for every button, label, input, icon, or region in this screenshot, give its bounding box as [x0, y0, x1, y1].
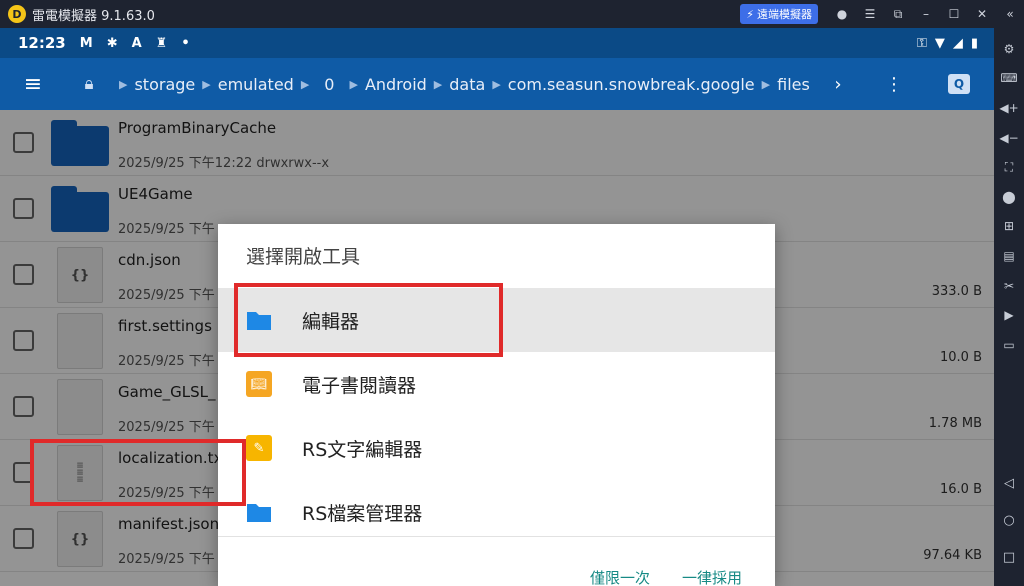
crumb-separator-icon: ▶: [492, 77, 501, 91]
pencil-icon: ✎: [246, 435, 272, 461]
close-icon[interactable]: ✕: [968, 0, 996, 28]
minimize-icon[interactable]: –: [912, 0, 940, 28]
breadcrumb: ▶ storage ▶ emulated ▶ 0 ▶ Android ▶ dat…: [112, 58, 810, 110]
keyboard-icon[interactable]: ⌨: [994, 64, 1024, 94]
emulator-logo-icon: D: [8, 5, 26, 23]
recents-icon[interactable]: □: [994, 539, 1024, 575]
dialog-divider: [218, 536, 775, 537]
crumb-separator-icon: ▶: [433, 77, 443, 91]
emulator-sidebar: ⚙ ⌨ ◀+ ◀− ⛶ ⬤ ⊞ ▤ ✂ ▶ ▭ ◁ ○ □: [994, 28, 1024, 586]
lock-icon[interactable]: 🔒︎: [66, 58, 112, 110]
status-icon-dot: •: [181, 35, 190, 51]
option-label: RS檔案管理器: [302, 503, 423, 525]
fullscreen-icon[interactable]: ⛶: [994, 152, 1024, 182]
status-icon-m: M: [79, 35, 93, 51]
more-icon[interactable]: ▭: [994, 330, 1024, 360]
dialog-title: 選擇開啟工具: [246, 246, 361, 268]
maximize-icon[interactable]: ☐: [940, 0, 968, 28]
crumb-data[interactable]: data: [449, 75, 485, 94]
popout-icon[interactable]: ⧉: [884, 0, 912, 28]
signal-icon: ◢: [952, 35, 963, 51]
crumb-files[interactable]: files: [777, 75, 810, 94]
android-screen: 12:23 M ✱ A ♜ • ⚿ ▼ ◢ ▮ ≡ 🔒︎ ▶ storage ▶…: [0, 28, 994, 586]
highlight-box-localization: [30, 439, 246, 506]
status-time: 12:23: [18, 34, 66, 52]
breadcrumb-forward-icon[interactable]: ›: [826, 58, 850, 110]
folder-icon: [246, 499, 272, 525]
collapse-icon[interactable]: «: [996, 0, 1024, 28]
home-icon[interactable]: ○: [994, 502, 1024, 538]
option-rs-file-manager[interactable]: RS檔案管理器: [218, 480, 775, 544]
just-once-button[interactable]: 僅限一次: [590, 567, 650, 586]
cloud-emulator-button[interactable]: ⚡ 遠端模擬器: [740, 4, 818, 24]
back-icon[interactable]: ◁: [994, 465, 1024, 501]
wifi-icon: ▼: [934, 35, 945, 51]
highlight-box-editor: [234, 283, 503, 357]
crumb-storage[interactable]: storage: [134, 75, 195, 94]
battery-icon: ▮: [970, 35, 978, 51]
crumb-separator-icon: ▶: [349, 77, 358, 91]
volume-down-icon[interactable]: ◀−: [994, 123, 1024, 153]
book-icon: 📖︎: [246, 371, 272, 397]
option-rs-text-editor[interactable]: ✎ RS文字編輯器: [218, 416, 775, 480]
crumb-separator-icon: ▶: [119, 77, 128, 91]
emulator-title: 雷電模擬器 9.1.63.0: [32, 8, 155, 24]
crumb-android[interactable]: Android: [365, 75, 427, 94]
emulator-titlebar: D 雷電模擬器 9.1.63.0 ⚡ 遠端模擬器 ● ☰ ⧉ – ☐ ✕ «: [0, 0, 1024, 28]
option-label: 電子書閱讀器: [302, 375, 417, 397]
hamburger-icon[interactable]: ≡: [0, 58, 66, 110]
status-icon-pawn: ♜: [155, 35, 168, 51]
lightning-icon: ⚡: [746, 7, 754, 21]
option-label: RS文字編輯器: [302, 439, 423, 461]
app-bar: ≡ 🔒︎ ▶ storage ▶ emulated ▶ 0 ▶ Android …: [0, 58, 994, 110]
key-icon: ⚿: [916, 35, 927, 51]
option-ebook-reader[interactable]: 📖︎ 電子書閱讀器: [218, 352, 775, 416]
overflow-menu-icon[interactable]: ⋮: [882, 58, 906, 110]
crumb-separator-icon: ▶: [300, 77, 310, 91]
record-icon[interactable]: ▶: [994, 300, 1024, 330]
menu-icon[interactable]: ☰: [856, 0, 884, 28]
search-icon[interactable]: Q: [948, 74, 970, 94]
open-with-dialog: 選擇開啟工具 編輯器 📖︎ 電子書閱讀器 ✎ RS文字編輯器 RS檔案管理器 僅…: [218, 224, 775, 586]
volume-up-icon[interactable]: ◀+: [994, 93, 1024, 123]
status-icon-star: ✱: [106, 35, 118, 51]
crumb-separator-icon: ▶: [761, 77, 771, 91]
settings-icon[interactable]: ⚙: [994, 34, 1024, 64]
status-bar: 12:23 M ✱ A ♜ • ⚿ ▼ ◢ ▮: [0, 28, 994, 58]
always-button[interactable]: 一律採用: [682, 567, 742, 586]
cloud-emulator-label: 遠端模擬器: [757, 8, 812, 21]
user-icon[interactable]: ●: [828, 0, 856, 28]
crumb-package[interactable]: com.seasun.snowbreak.google: [508, 75, 755, 94]
macro-icon[interactable]: ▤: [994, 241, 1024, 271]
crumb-separator-icon: ▶: [202, 77, 211, 91]
status-icon-a: A: [131, 35, 142, 51]
crumb-emulated[interactable]: emulated: [218, 75, 294, 94]
install-apk-icon[interactable]: ⬤: [994, 182, 1024, 212]
screenshot-icon[interactable]: ✂: [994, 271, 1024, 301]
add-instance-icon[interactable]: ⊞: [994, 212, 1024, 242]
crumb-0[interactable]: 0: [324, 75, 334, 94]
